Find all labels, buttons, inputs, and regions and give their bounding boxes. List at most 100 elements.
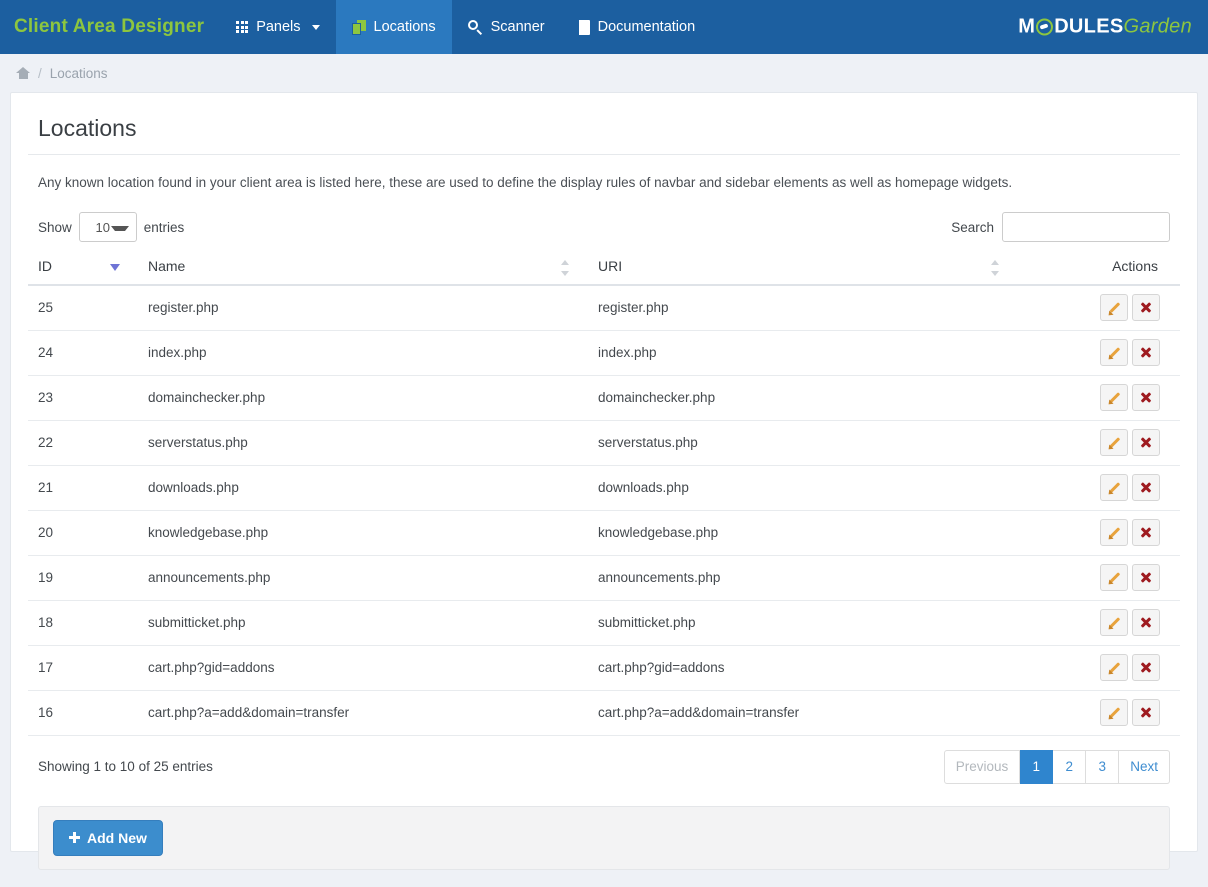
search-control: Search xyxy=(951,212,1170,242)
column-header-uri-label: URI xyxy=(598,258,623,274)
grid-icon xyxy=(236,21,249,33)
delete-button[interactable] xyxy=(1132,384,1160,411)
delete-button[interactable] xyxy=(1132,699,1160,726)
pencil-icon xyxy=(1105,346,1121,362)
pencil-icon xyxy=(1105,526,1121,542)
breadcrumb-current: Locations xyxy=(49,65,108,81)
nav-item-locations-label: Locations xyxy=(373,19,436,35)
edit-button[interactable] xyxy=(1100,564,1128,591)
cell-name: register.php xyxy=(138,285,588,331)
table-row: 16 cart.php?a=add&domain=transfer cart.php… xyxy=(28,690,1180,736)
edit-button[interactable] xyxy=(1100,384,1128,411)
edit-button[interactable] xyxy=(1100,654,1128,681)
book-icon xyxy=(576,19,590,35)
delete-button[interactable] xyxy=(1132,294,1160,322)
home-icon[interactable] xyxy=(16,67,30,79)
cell-actions xyxy=(1018,600,1180,646)
page-length-select[interactable]: 10 xyxy=(78,212,137,242)
table-header-row: ID Name URI Actions xyxy=(28,250,1180,286)
x-icon xyxy=(1140,527,1152,539)
nav-item-panels[interactable]: Panels xyxy=(220,0,335,54)
x-icon xyxy=(1140,707,1152,719)
x-icon xyxy=(1140,482,1152,494)
showing-entries-text: Showing 1 to 10 of 25 entries xyxy=(38,759,213,774)
delete-button[interactable] xyxy=(1132,564,1160,591)
delete-button[interactable] xyxy=(1132,474,1160,501)
cell-id: 21 xyxy=(28,465,138,511)
search-label: Search xyxy=(951,219,994,235)
edit-button[interactable] xyxy=(1100,474,1128,501)
table-row: 22 serverstatus.php serverstatus.php xyxy=(28,420,1180,466)
cell-name: submitticket.php xyxy=(138,600,588,646)
x-icon xyxy=(1140,662,1152,674)
add-new-button[interactable]: Add New xyxy=(53,819,163,856)
cell-id: 17 xyxy=(28,645,138,691)
nav-item-scanner[interactable]: Scanner xyxy=(452,0,561,54)
cell-id: 16 xyxy=(28,690,138,736)
edit-button[interactable] xyxy=(1100,519,1128,546)
cell-actions xyxy=(1018,375,1180,421)
column-header-uri[interactable]: URI xyxy=(588,250,1018,286)
pagination-button-2[interactable]: 2 xyxy=(1053,749,1087,784)
logo-part-garden: Garden xyxy=(1123,15,1192,38)
edit-button[interactable] xyxy=(1100,339,1128,366)
table-row: 18 submitticket.php submitticket.php xyxy=(28,600,1180,646)
modulesgarden-logo: M DULES Garden xyxy=(1018,16,1192,39)
column-header-actions-label: Actions xyxy=(1112,258,1158,274)
locations-table: ID Name URI Actions 25 register.php regist… xyxy=(28,250,1180,736)
cell-name: knowledgebase.php xyxy=(138,510,588,556)
chevron-down-icon xyxy=(311,24,320,30)
table-controls: Show 10 entries Search xyxy=(38,212,1170,242)
column-header-actions: Actions xyxy=(1018,250,1180,286)
logo-part-dules: DULES xyxy=(1054,15,1124,38)
top-navbar: Client Area Designer Panels Locations Sc… xyxy=(0,0,1208,54)
pencil-icon xyxy=(1105,481,1121,497)
table-footer: Showing 1 to 10 of 25 entries Previous 1 2… xyxy=(38,749,1170,784)
delete-button[interactable] xyxy=(1132,654,1160,681)
pagination-button-next[interactable]: Next xyxy=(1119,749,1170,784)
cell-actions xyxy=(1018,690,1180,736)
column-header-name[interactable]: Name xyxy=(138,250,588,286)
title-divider xyxy=(28,154,1180,155)
cell-actions xyxy=(1018,285,1180,331)
nav-item-locations[interactable]: Locations xyxy=(335,0,452,54)
page-length-control: Show 10 entries xyxy=(38,212,184,242)
edit-button[interactable] xyxy=(1100,609,1128,636)
delete-button[interactable] xyxy=(1132,519,1160,546)
cell-uri: knowledgebase.php xyxy=(588,510,1018,556)
x-icon xyxy=(1140,437,1152,449)
table-row: 20 knowledgebase.php knowledgebase.php xyxy=(28,510,1180,556)
pagination-button-1[interactable]: 1 xyxy=(1020,749,1054,784)
delete-button[interactable] xyxy=(1132,609,1160,636)
cell-actions xyxy=(1018,555,1180,601)
delete-button[interactable] xyxy=(1132,339,1160,366)
pagination: Previous 1 2 3 Next xyxy=(943,749,1170,784)
cell-id: 24 xyxy=(28,330,138,376)
table-body: 25 register.php register.php 24 index.php ind… xyxy=(28,285,1180,736)
edit-button[interactable] xyxy=(1100,429,1128,456)
edit-button[interactable] xyxy=(1100,294,1128,322)
globe-icon xyxy=(1036,18,1054,36)
delete-button[interactable] xyxy=(1132,429,1160,456)
nav-item-documentation[interactable]: Documentation xyxy=(561,0,712,54)
column-header-id[interactable]: ID xyxy=(28,250,138,286)
plus-icon xyxy=(69,832,80,843)
pencil-icon xyxy=(1105,301,1121,318)
nav-item-scanner-label: Scanner xyxy=(490,19,545,35)
search-input[interactable] xyxy=(1002,212,1170,242)
edit-button[interactable] xyxy=(1100,699,1128,726)
cell-id: 25 xyxy=(28,285,138,331)
cell-uri: domainchecker.php xyxy=(588,375,1018,421)
logo-part-m: M xyxy=(1018,15,1036,38)
cell-id: 18 xyxy=(28,600,138,646)
panel-footer: Add New xyxy=(38,805,1170,870)
cell-uri: downloads.php xyxy=(588,465,1018,511)
pagination-button-3[interactable]: 3 xyxy=(1086,749,1120,784)
cell-name: downloads.php xyxy=(138,465,588,511)
cell-actions xyxy=(1018,330,1180,376)
pagination-button-previous: Previous xyxy=(943,749,1021,784)
cell-uri: index.php xyxy=(588,330,1018,376)
x-icon xyxy=(1140,302,1152,314)
page-description: Any known location found in your client … xyxy=(38,175,1013,190)
column-header-name-label: Name xyxy=(148,258,186,274)
